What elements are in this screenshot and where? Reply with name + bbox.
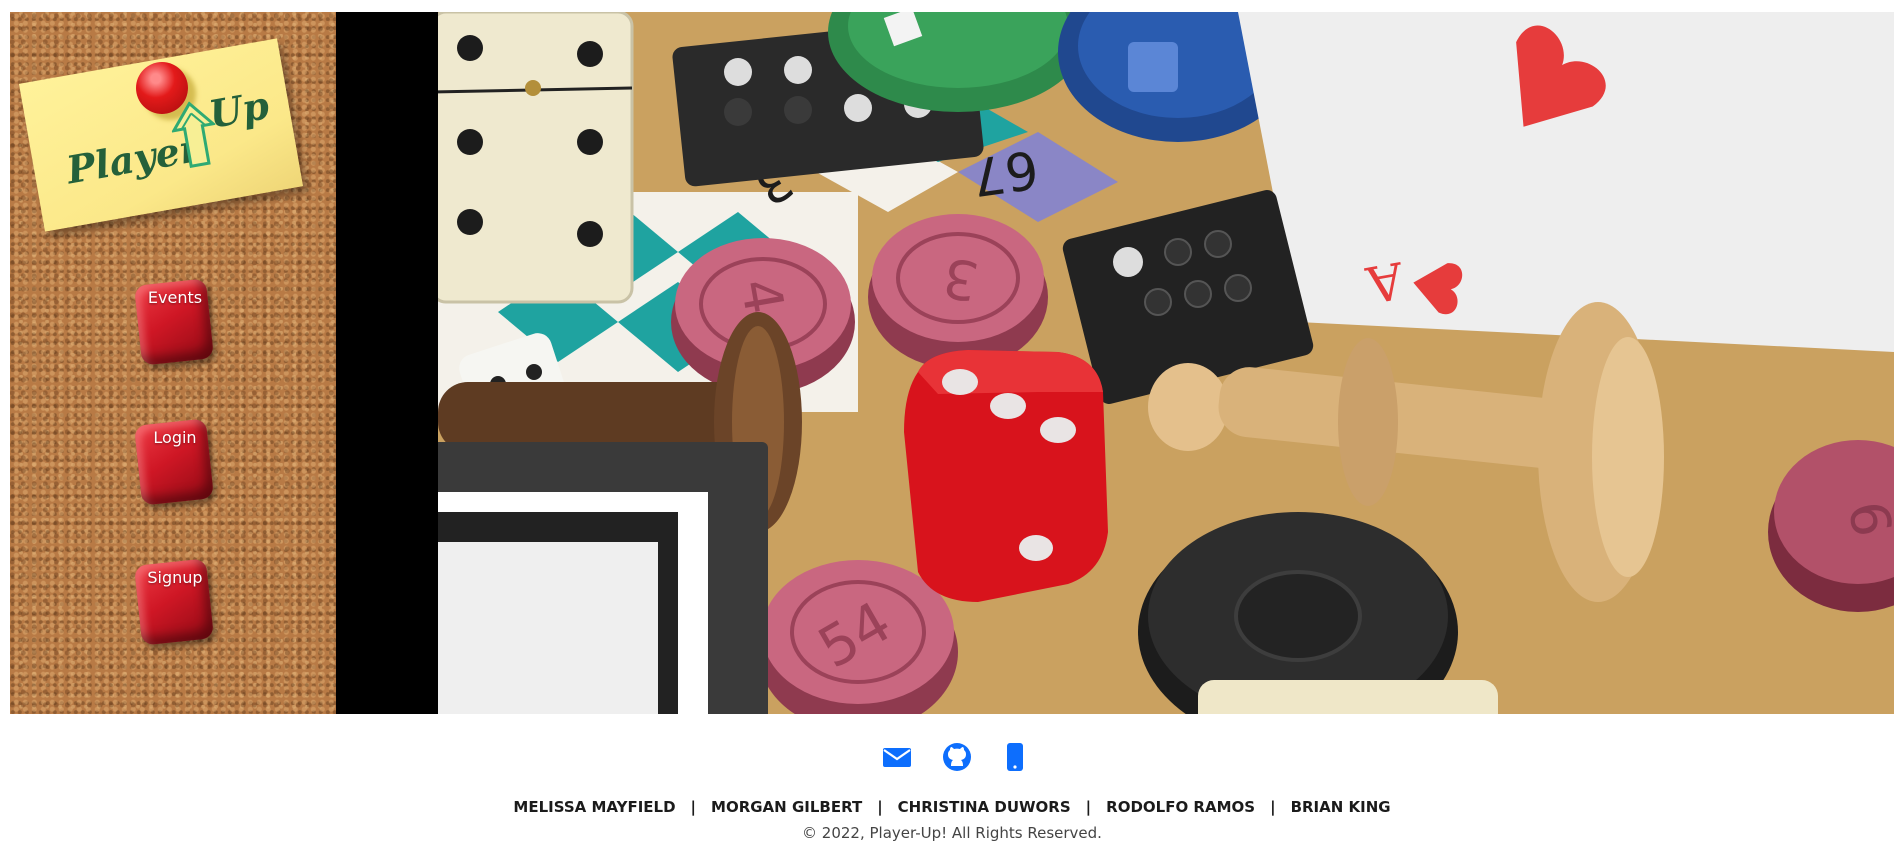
- team-member: MELISSA MAYFIELD: [513, 798, 676, 816]
- copyright: © 2022, Player-Up! All Rights Reserved.: [802, 824, 1102, 842]
- team-member: BRIAN KING: [1290, 798, 1391, 816]
- team-member: MORGAN GILBERT: [711, 798, 863, 816]
- phone-icon[interactable]: [998, 740, 1032, 774]
- nav-login-button[interactable]: Login: [132, 414, 218, 508]
- nav-signup-button[interactable]: Signup: [132, 554, 218, 648]
- logo-word-up: Up: [205, 82, 273, 137]
- team-names: MELISSA MAYFIELD | MORGAN GILBERT | CHRISTIN…: [0, 798, 1904, 816]
- separator: |: [690, 798, 697, 816]
- separator: |: [1270, 798, 1276, 816]
- nav-events-label: Events: [147, 288, 203, 307]
- domino-icon: [438, 12, 634, 304]
- team-member: CHRISTINA DUWORS: [897, 798, 1071, 816]
- nav-signup-label: Signup: [147, 568, 203, 587]
- board-frame-icon: [438, 442, 768, 714]
- email-icon[interactable]: [880, 740, 914, 774]
- separator: |: [877, 798, 883, 816]
- nav-events-button[interactable]: Events: [132, 274, 218, 368]
- hero-image: 3 67 A 4 3 54 6: [438, 12, 1894, 714]
- footer-contact-icons: [880, 740, 1030, 776]
- team-member: RODOLFO RAMOS: [1106, 798, 1256, 816]
- red-die-icon: [904, 350, 1108, 602]
- nav-login-label: Login: [153, 428, 197, 447]
- app: Player Up Events Login Signup 3 67 A 4 3…: [10, 12, 1894, 714]
- github-icon[interactable]: [940, 740, 974, 774]
- sidebar: Player Up Events Login Signup: [10, 12, 336, 714]
- separator: |: [1085, 798, 1092, 816]
- ace-of-hearts-card-icon: A: [1238, 12, 1894, 352]
- domino-icon: [1198, 680, 1498, 714]
- black-divider: [336, 12, 438, 714]
